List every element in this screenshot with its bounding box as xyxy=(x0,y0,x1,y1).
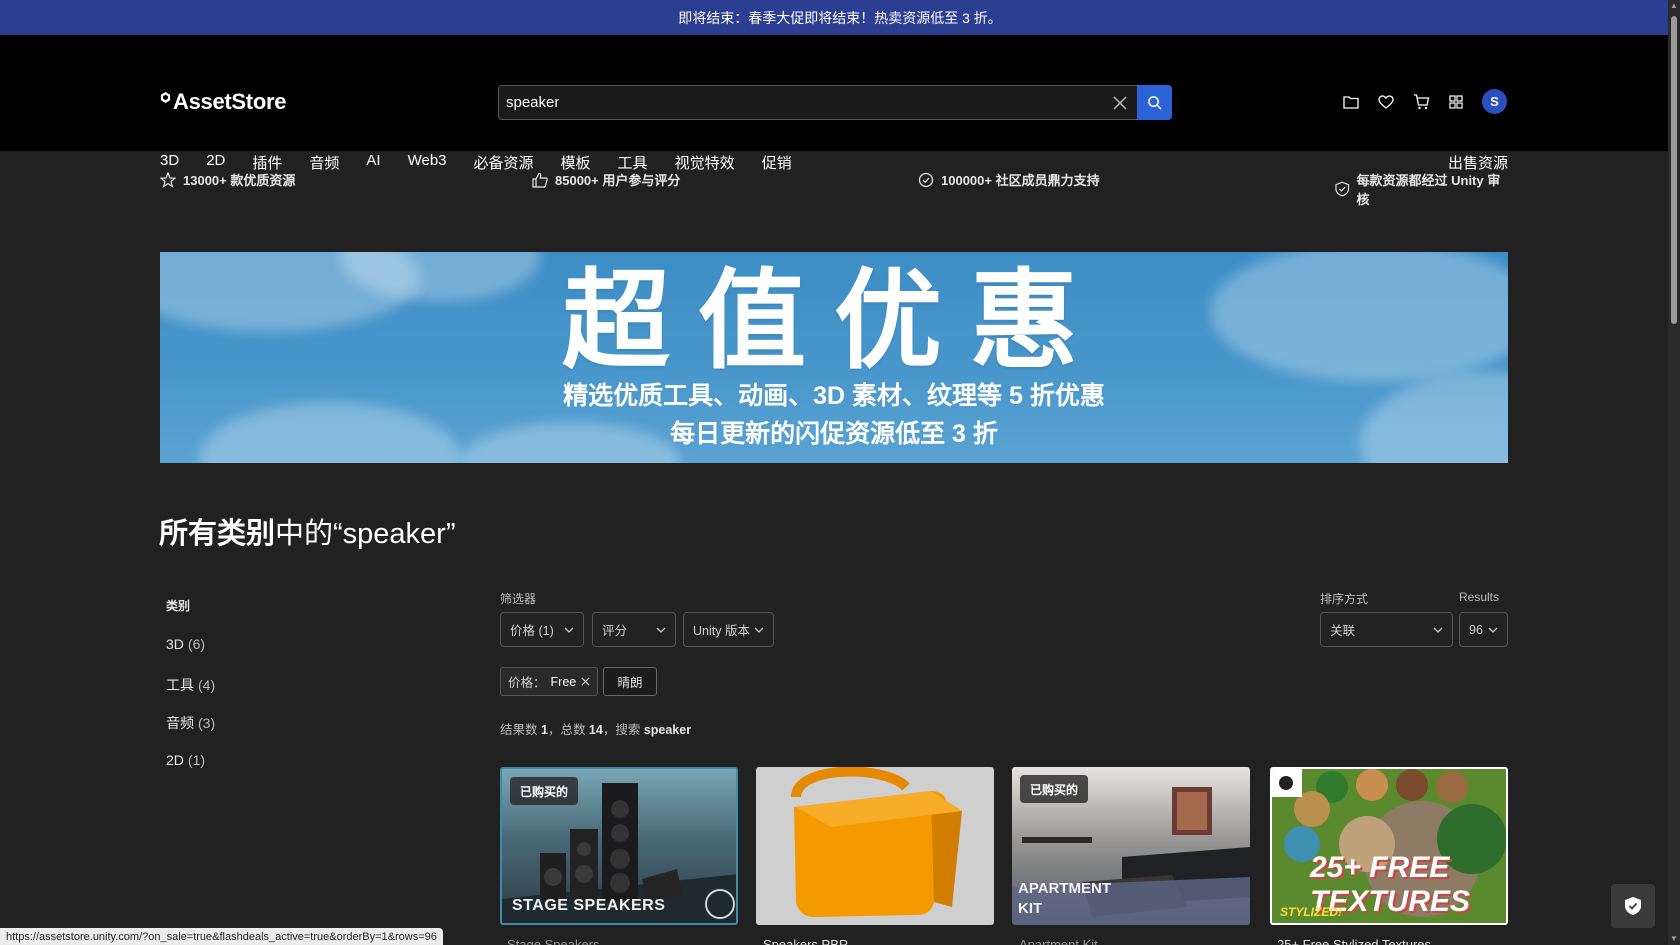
chevron-down-icon xyxy=(1488,627,1498,633)
filters-label: 筛选器 xyxy=(500,592,537,606)
feature-strip: 13000+ 款优质资源 85000+ 用户参与评分 100000+ 社区成员鼎… xyxy=(160,170,1508,207)
cart-icon xyxy=(1413,93,1429,109)
page-title: 所有类别中的“speaker” xyxy=(159,518,456,550)
hero-title: 超值优惠 xyxy=(561,259,1106,384)
category-item-tools[interactable]: 工具 (4) xyxy=(166,675,215,714)
cover-title: STAGE SPEAKERS xyxy=(512,897,666,914)
check-circle-icon xyxy=(918,172,934,187)
product-name-free-textures[interactable]: 25+ Free Stylized Textures xyxy=(1277,937,1431,945)
folder-button[interactable] xyxy=(1340,91,1362,113)
active-filter-chip-price: 价格： Free xyxy=(500,667,599,696)
shield-check-icon xyxy=(1335,181,1350,197)
page-scrollbar[interactable]: ▲ ▼ xyxy=(1668,0,1680,945)
logo-text: AssetStore xyxy=(173,89,287,114)
purchased-badge: 已购买的 xyxy=(510,777,579,805)
feature-reviewed: 每款资源都经过 Unity 审核 xyxy=(1335,170,1508,208)
cover-title: APARTMENT KIT xyxy=(1018,880,1112,917)
promo-text: 即将结束：春季大促即将结束！热卖资源低至 3 折。 xyxy=(678,9,1002,26)
hero-subtitle: 精选优质工具、动画、3D 素材、纹理等 5 折优惠 xyxy=(563,382,1105,410)
clear-filters-button[interactable]: 晴朗 xyxy=(603,667,657,696)
scroll-down-icon[interactable]: ▼ xyxy=(1670,935,1678,943)
chevron-down-icon xyxy=(656,627,666,633)
unity-version-dropdown[interactable]: Unity 版本 xyxy=(683,612,774,647)
assetstore-logo[interactable]: AssetStore xyxy=(160,89,286,115)
unity-logo-icon xyxy=(160,90,171,106)
privacy-shield-button[interactable] xyxy=(1611,884,1655,928)
scrollbar-thumb[interactable] xyxy=(1671,16,1677,324)
product-card-speakers-pbr[interactable] xyxy=(756,767,994,925)
product-name-apartment-kit[interactable]: Apartment Kit xyxy=(1019,937,1098,945)
category-item-audio[interactable]: 音频 (3) xyxy=(166,713,215,752)
category-list: 3D (6) 工具 (4) 音频 (3) 2D (1) xyxy=(166,636,215,790)
search-icon xyxy=(1148,96,1162,110)
promo-banner[interactable]: 即将结束：春季大促即将结束！热卖资源低至 3 折。 xyxy=(0,0,1680,35)
status-bar-url: https://assetstore.unity.com/?on_sale=tr… xyxy=(0,928,443,945)
chevron-down-icon xyxy=(564,627,574,633)
product-card-stage-speakers[interactable]: 已购买的 STAGE SPEAKERS xyxy=(500,767,738,925)
chevron-down-icon xyxy=(754,627,764,633)
cart-button[interactable] xyxy=(1410,91,1432,113)
heart-icon xyxy=(1378,94,1394,109)
product-card-apartment-kit[interactable]: 已购买的 APARTMENT KIT xyxy=(1012,767,1250,925)
thumbs-up-icon xyxy=(532,172,548,188)
results-summary: 结果数 1，总数 14，搜索 speaker xyxy=(500,723,692,737)
categories-heading: 类别 xyxy=(166,599,191,613)
product-name-stage-speakers[interactable]: Stage Speakers xyxy=(507,937,600,945)
search-bar xyxy=(498,85,1172,120)
chevron-down-icon xyxy=(1433,627,1443,633)
results-per-page-dropdown[interactable]: 96 xyxy=(1459,612,1508,647)
cover-subtitle: STYLIZED! xyxy=(1280,905,1342,919)
product-card-free-stylized-textures[interactable]: 25+ FREE TEXTURES STYLIZED! xyxy=(1270,767,1508,925)
clear-search-button[interactable] xyxy=(1103,86,1137,119)
folder-icon xyxy=(1343,95,1359,109)
product-name-speakers-pbr[interactable]: Speakers PBR xyxy=(763,937,848,945)
wishlist-button[interactable] xyxy=(1375,91,1397,113)
category-item-2d[interactable]: 2D (1) xyxy=(166,752,215,791)
price-filter-dropdown[interactable]: 价格 (1) xyxy=(500,612,584,647)
user-avatar[interactable]: S xyxy=(1482,89,1507,114)
hero-subtitle-2: 每日更新的闪促资源低至 3 折 xyxy=(670,420,998,448)
feature-community: 100000+ 社区成员鼎力支持 xyxy=(918,170,1100,189)
search-input[interactable] xyxy=(499,86,1103,119)
grid-icon xyxy=(1449,94,1463,109)
remove-filter-icon[interactable] xyxy=(581,677,590,686)
close-icon xyxy=(1113,95,1127,110)
search-button[interactable] xyxy=(1137,85,1172,120)
shield-check-icon xyxy=(1625,897,1641,915)
scroll-up-icon[interactable]: ▲ xyxy=(1670,2,1678,10)
feature-assets: 13000+ 款优质资源 xyxy=(160,170,295,189)
apps-button[interactable] xyxy=(1445,91,1467,113)
purchased-badge: 已购买的 xyxy=(1020,775,1089,803)
product-thumbnail xyxy=(791,767,962,917)
sort-label: 排序方式 xyxy=(1320,592,1369,606)
site-header: AssetStore S 3D 2D 插件 音频 AI Web3 必备资源 xyxy=(0,35,1680,172)
header-actions: S xyxy=(1340,89,1507,114)
results-label: Results xyxy=(1459,590,1500,604)
category-item-3d[interactable]: 3D (6) xyxy=(166,636,215,675)
sort-dropdown[interactable]: 关联 xyxy=(1320,612,1453,647)
star-icon xyxy=(160,171,176,188)
feature-ratings: 85000+ 用户参与评分 xyxy=(532,170,680,189)
rating-filter-dropdown[interactable]: 评分 xyxy=(592,612,676,647)
sale-hero-banner[interactable]: 超值优惠 精选优质工具、动画、3D 素材、纹理等 5 折优惠 每日更新的闪促资源… xyxy=(160,252,1508,463)
